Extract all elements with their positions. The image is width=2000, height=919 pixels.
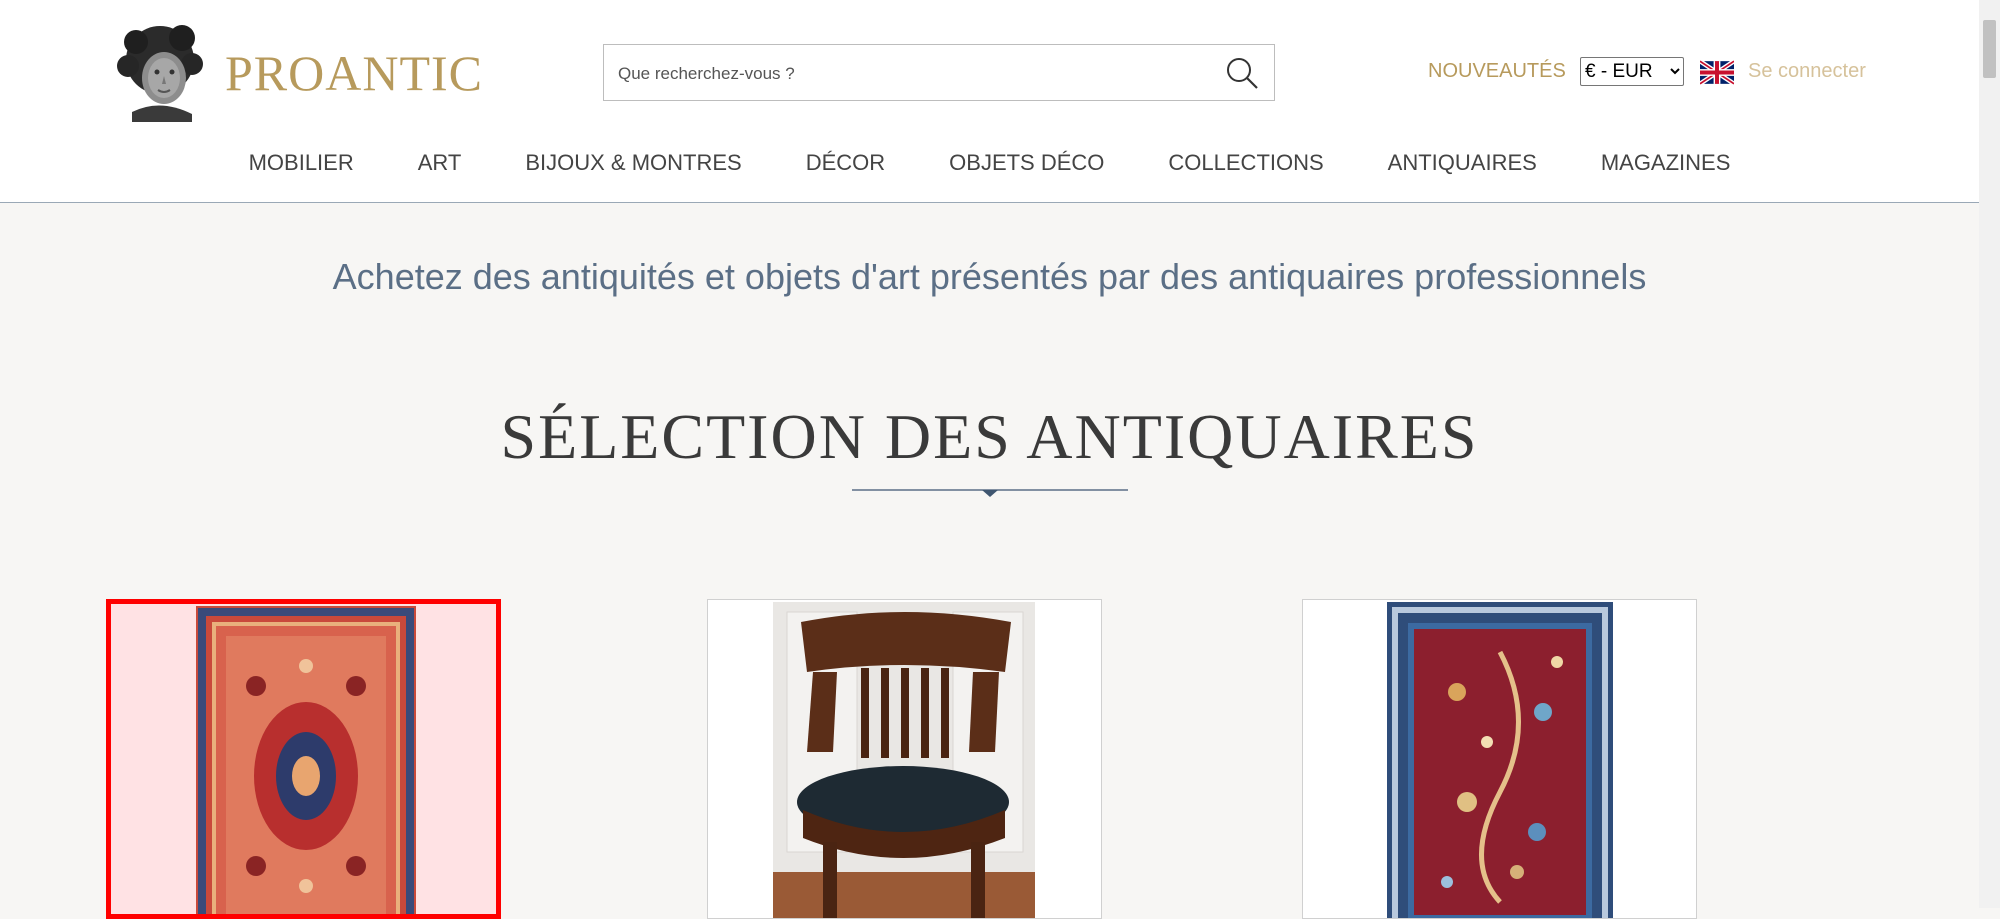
login-link[interactable]: Se connecter	[1748, 60, 1866, 83]
product-card[interactable]	[106, 599, 501, 919]
mahogany-armchair-image[interactable]	[773, 602, 1035, 919]
logo-head-icon[interactable]	[112, 20, 208, 122]
nav-item-bijoux-montres[interactable]: BIJOUX & MONTRES	[525, 150, 741, 176]
nav-item-collections[interactable]: COLLECTIONS	[1168, 150, 1323, 176]
search-icon[interactable]	[1224, 55, 1260, 91]
vertical-scrollbar[interactable]	[1979, 0, 2000, 908]
nav-item-objets-deco[interactable]: OBJETS DÉCO	[949, 150, 1104, 176]
section-title: SÉLECTION DES ANTIQUAIRES	[500, 401, 1479, 472]
persian-rug-red-image[interactable]	[196, 606, 416, 919]
main-nav: MOBILIER ART BIJOUX & MONTRES DÉCOR OBJE…	[0, 150, 1979, 176]
scrollbar-thumb[interactable]	[1983, 20, 1996, 78]
brand-name[interactable]: PROANTIC	[225, 44, 483, 102]
nav-item-decor[interactable]: DÉCOR	[806, 150, 885, 176]
pictorial-rug-blue-image[interactable]	[1387, 602, 1613, 919]
currency-select[interactable]: € - EUR	[1580, 57, 1684, 86]
page-tagline: Achetez des antiquités et objets d'art p…	[332, 256, 1647, 297]
uk-flag-icon[interactable]	[1700, 60, 1734, 85]
product-card[interactable]	[707, 599, 1102, 919]
nav-item-antiquaires[interactable]: ANTIQUAIRES	[1388, 150, 1537, 176]
search-input[interactable]	[616, 45, 1200, 102]
title-divider	[852, 489, 1128, 497]
nav-item-art[interactable]: ART	[418, 150, 462, 176]
search-box	[603, 44, 1275, 102]
product-card[interactable]	[1302, 599, 1697, 919]
site-header: PROANTIC NOUVEAUTÉS € - EUR Se connecter…	[0, 0, 1979, 203]
nav-item-magazines[interactable]: MAGAZINES	[1601, 150, 1731, 176]
new-items-link[interactable]: NOUVEAUTÉS	[1428, 60, 1566, 83]
nav-item-mobilier[interactable]: MOBILIER	[249, 150, 354, 176]
